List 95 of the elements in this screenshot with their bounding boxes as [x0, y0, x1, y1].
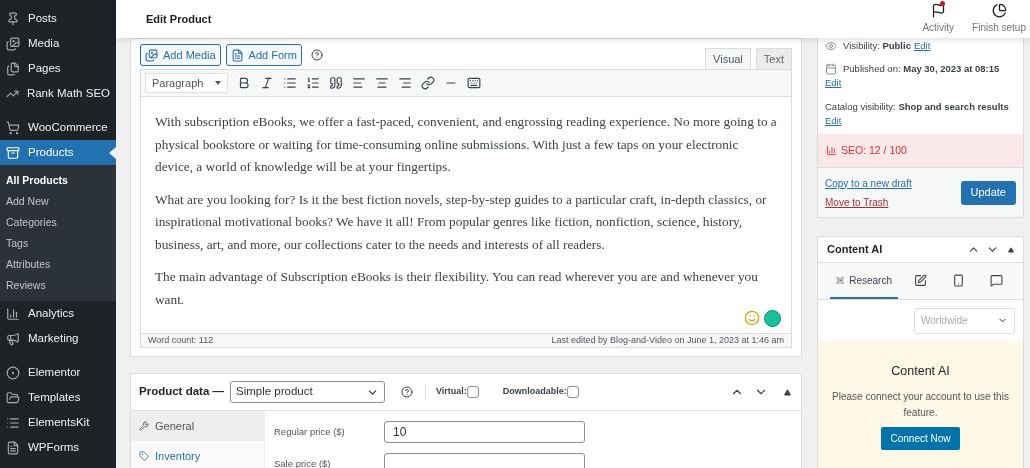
sidebar-item[interactable]: Media	[0, 31, 116, 56]
quote-icon[interactable]	[329, 76, 343, 90]
sidebar-item[interactable]: Marketing	[0, 326, 116, 351]
align-center-icon[interactable]	[375, 76, 389, 90]
sidebar-item[interactable]: WPForms	[0, 435, 116, 460]
option-checkbox[interactable]	[466, 386, 479, 398]
media-button[interactable]: Add Media	[140, 44, 221, 66]
align-right-icon[interactable]	[398, 76, 412, 90]
help-icon[interactable]	[401, 386, 413, 398]
link-icon[interactable]	[421, 76, 435, 90]
panel-title: Product data —	[139, 384, 224, 400]
wrench-icon	[139, 421, 149, 431]
pages-icon	[6, 61, 20, 76]
content-paragraph: What are you looking for? Is it the best fiction novels, step-by-step guides to a particular craft, in-depth classics, or inspirational motivational books? We have it all! From popular genres like fiction, nonfiction, science, history, business, art, and more, our collections cater to the needs and interests of all readers.	[155, 190, 768, 254]
edit-link[interactable]: Edit	[825, 113, 842, 128]
tag-icon	[139, 451, 149, 461]
sidebar-item[interactable]: ElementsKit	[0, 410, 116, 435]
product-tab[interactable]: Inventory	[131, 441, 264, 468]
sidebar-item[interactable]: Analytics	[0, 301, 116, 326]
editor-mode-tab[interactable]: Visual	[705, 48, 751, 69]
connect-button[interactable]: Connect Now	[881, 426, 960, 450]
copy-draft-link[interactable]: Copy to a new draft	[825, 175, 912, 191]
align-left-icon[interactable]	[352, 76, 366, 90]
edit-link[interactable]: Edit	[825, 76, 842, 91]
bar-chart-icon	[6, 306, 20, 321]
field-label: Regular price ($)	[274, 424, 346, 439]
form-icon	[6, 440, 20, 455]
catalog-visibility: Catalog visibility: Shop and search results	[825, 99, 1010, 114]
eye-icon	[825, 40, 837, 52]
images-icon	[145, 48, 158, 62]
chart-icon	[826, 145, 837, 156]
sidebar-item[interactable]: Rank Math SEO	[0, 81, 116, 106]
price-field[interactable]: 10	[384, 421, 585, 443]
numbered-list-icon[interactable]	[306, 76, 320, 90]
submenu-item[interactable]: Attributes	[0, 254, 116, 275]
submenu-item[interactable]: Categories	[0, 212, 116, 233]
page-title: Edit Product	[146, 11, 213, 27]
submenu-item[interactable]: Reviews	[0, 275, 116, 296]
format-select[interactable]: Paragraph	[145, 73, 228, 93]
content-paragraph: With subscription eBooks, we offer a fast-paced, convenient, and engrossing reading experience. No more going to a physical bookstore or waiting for time-consuming online submissions. With just a few taps on your electronic device, a world of knowledge will be at your fingertips.	[155, 113, 777, 176]
panel-title: Content AI	[827, 242, 884, 258]
sidebar-item[interactable]: WooCommerce	[0, 115, 116, 140]
folder-icon	[6, 390, 20, 405]
archive-icon	[6, 145, 20, 160]
editor-mode-tab[interactable]: Text	[755, 48, 792, 69]
bullet-list-icon[interactable]	[283, 76, 297, 90]
megaphone-icon	[6, 331, 20, 346]
sidebar-item[interactable]: Pages	[0, 56, 116, 81]
product-tab[interactable]: General	[131, 411, 264, 441]
content-paragraph: The main advantage of Subscription eBooks is their flexibility. You can read wherever you are and whenever you want.	[155, 268, 759, 309]
option-label: Virtual:	[436, 385, 467, 399]
field-label: Sale price ($)	[274, 456, 332, 468]
seo-score-bar: SEO: 12 / 100	[818, 134, 1023, 167]
sidebar-item[interactable]: Products	[0, 140, 116, 165]
pin-icon	[6, 11, 20, 26]
update-button[interactable]: Update	[960, 180, 1016, 205]
published-date: Published on: May 30, 2023 at 08:15	[843, 62, 1000, 76]
visibility-label: Visibility: Public	[843, 38, 911, 53]
option-label: Downloadable:	[502, 385, 567, 399]
product-type-select[interactable]: Simple product	[230, 381, 385, 403]
bold-icon[interactable]	[237, 76, 251, 90]
trash-link[interactable]: Move to Trash	[825, 194, 912, 210]
media-button[interactable]: Add Form	[225, 44, 302, 66]
option-checkbox[interactable]	[566, 386, 579, 398]
edit-link[interactable]: Edit	[913, 38, 931, 54]
progress-icon	[991, 3, 1007, 18]
help-icon[interactable]	[310, 49, 323, 61]
chat-icon	[989, 273, 1003, 287]
dropdown-arrow-icon	[215, 81, 221, 85]
sidebar-item[interactable]: Posts	[0, 6, 116, 31]
circle-icon	[6, 365, 20, 380]
notice-title: Content AI	[891, 363, 950, 380]
header-action[interactable]: Finish setup	[972, 3, 1026, 35]
notice-text: Please connect your account to use this feature.	[832, 389, 1009, 420]
grammar-icon[interactable]	[764, 310, 781, 327]
header-action[interactable]: Activity	[922, 3, 955, 35]
sidebar-item[interactable]: Elementor	[0, 360, 116, 385]
form-icon	[230, 48, 244, 62]
calendar-icon	[825, 63, 837, 76]
cart-icon	[6, 120, 20, 135]
images-icon	[6, 36, 20, 51]
last-edited: Last edited by Blog-and-Video on June 1, 2023 at 1:46 am	[551, 333, 784, 347]
submenu-item[interactable]: Add New	[0, 191, 116, 212]
collapse-icon[interactable]	[1008, 246, 1014, 253]
list-icon	[6, 415, 20, 430]
collapse-icon[interactable]	[784, 388, 791, 396]
submenu-item[interactable]: Tags	[0, 233, 116, 254]
sidebar-item[interactable]: Templates	[0, 385, 116, 410]
pen-square-icon	[914, 273, 928, 287]
flag-icon	[930, 3, 946, 18]
italic-icon[interactable]	[260, 76, 274, 90]
word-count: Word count: 112	[148, 333, 214, 347]
submenu-item[interactable]: All Products	[0, 170, 116, 191]
keyboard-icon[interactable]	[467, 76, 481, 90]
phone-icon	[952, 273, 965, 287]
